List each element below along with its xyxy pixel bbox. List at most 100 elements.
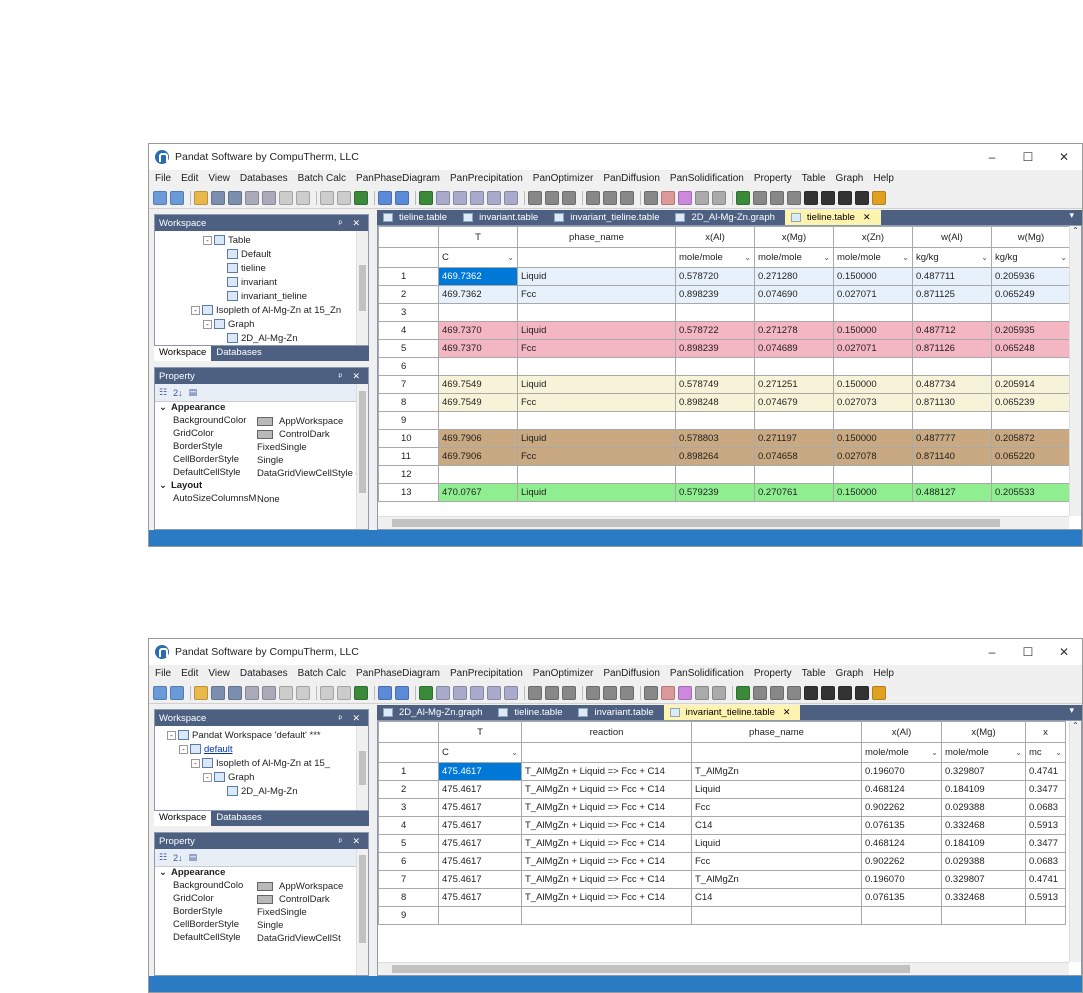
- menu-edit[interactable]: Edit: [181, 173, 198, 184]
- toolbar-tool-icon[interactable]: [620, 685, 634, 700]
- column-header[interactable]: T: [438, 721, 522, 743]
- toolbar-tool-icon[interactable]: [586, 190, 600, 205]
- table-cell[interactable]: T_AlMgZn + Liquid => Fcc + C14: [521, 852, 692, 871]
- toolbar-tool-icon[interactable]: [821, 190, 835, 205]
- table-cell[interactable]: [991, 411, 1071, 430]
- tab-list-dropdown-icon[interactable]: ▾: [1061, 705, 1082, 720]
- table-cell[interactable]: 0.271278: [754, 321, 834, 340]
- toolbar-tool-icon[interactable]: [586, 685, 600, 700]
- table-cell[interactable]: Fcc: [691, 852, 862, 871]
- table-cell[interactable]: 0.196070: [861, 762, 942, 781]
- toolbar-tool-icon[interactable]: [320, 190, 334, 205]
- table-cell[interactable]: [912, 465, 992, 484]
- property-value-cell[interactable]: ControlDark: [257, 893, 368, 906]
- row-number[interactable]: 3: [378, 303, 439, 322]
- table-cell[interactable]: 0.065220: [991, 447, 1071, 466]
- menu-graph[interactable]: Graph: [836, 668, 864, 679]
- column-header[interactable]: x(Al): [675, 226, 755, 248]
- menu-panphasediagram[interactable]: PanPhaseDiagram: [356, 668, 440, 679]
- menu-view[interactable]: View: [208, 173, 230, 184]
- row-number[interactable]: 8: [378, 393, 439, 412]
- table-cell[interactable]: 469.7362: [438, 267, 518, 286]
- toolbar-tool-icon[interactable]: [787, 190, 801, 205]
- toolbar-tool-icon[interactable]: [487, 190, 501, 205]
- row-number[interactable]: 9: [378, 906, 439, 925]
- toolbar-tool-icon[interactable]: [211, 190, 225, 205]
- sort-alphabetical-icon[interactable]: 2↓: [173, 388, 183, 398]
- menu-view[interactable]: View: [208, 668, 230, 679]
- tree-expander-icon[interactable]: -: [191, 305, 200, 315]
- toolbar-tool-icon[interactable]: [470, 190, 484, 205]
- toolbar-tool-icon[interactable]: [453, 190, 467, 205]
- row-header-cell[interactable]: [378, 742, 439, 763]
- menu-file[interactable]: File: [155, 173, 171, 184]
- toolbar-tool-icon[interactable]: [644, 190, 658, 205]
- table-cell[interactable]: C14: [691, 888, 862, 907]
- table-cell[interactable]: [833, 465, 913, 484]
- property-row[interactable]: BackgroundColo AppWorkspace: [155, 880, 368, 893]
- table-cell[interactable]: 0.027071: [833, 339, 913, 358]
- menu-panoptimizer[interactable]: PanOptimizer: [533, 173, 594, 184]
- table-row[interactable]: 4 475.4617 T_AlMgZn + Liquid => Fcc + C14 C…: [378, 816, 1066, 835]
- toolbar-tool-icon[interactable]: [644, 685, 658, 700]
- pin-close-icon[interactable]: ᵖ ✕: [339, 218, 364, 229]
- sort-alphabetical-icon[interactable]: 2↓: [173, 853, 183, 863]
- table-cell[interactable]: Fcc: [517, 285, 676, 304]
- row-number[interactable]: 6: [378, 852, 439, 871]
- table-cell[interactable]: 0.150000: [833, 321, 913, 340]
- chevron-down-icon[interactable]: ⌄: [1060, 253, 1067, 262]
- menu-pansolidification[interactable]: PanSolidification: [670, 668, 744, 679]
- row-number[interactable]: 5: [378, 339, 439, 358]
- toolbar-tool-icon[interactable]: [436, 190, 450, 205]
- collapse-chevron-icon[interactable]: ⌄: [159, 402, 167, 415]
- unit-dropdown[interactable]: kg/kg ⌄: [995, 252, 1067, 263]
- toolbar-tool-icon[interactable]: [603, 190, 617, 205]
- table-cell[interactable]: 0.902262: [861, 852, 942, 871]
- toolbar-tool-icon[interactable]: [453, 685, 467, 700]
- table-cell[interactable]: 0.150000: [833, 429, 913, 448]
- tree-node[interactable]: - Graph: [155, 770, 368, 784]
- close-tab-icon[interactable]: ✕: [863, 212, 871, 223]
- close-tab-icon[interactable]: ✕: [783, 707, 791, 718]
- table-cell[interactable]: 0.871126: [912, 339, 992, 358]
- unit-cell[interactable]: mole/mole ⌄: [754, 247, 834, 268]
- table-cell[interactable]: 0.5913: [1025, 888, 1066, 907]
- chevron-down-icon[interactable]: ⌄: [744, 253, 751, 262]
- menu-help[interactable]: Help: [873, 668, 894, 679]
- menu-graph[interactable]: Graph: [836, 173, 864, 184]
- table-cell[interactable]: T_AlMgZn + Liquid => Fcc + C14: [521, 762, 692, 781]
- row-number[interactable]: 2: [378, 285, 439, 304]
- table-cell[interactable]: [438, 357, 518, 376]
- tree-node[interactable]: 2D_Al-Mg-Zn: [155, 784, 368, 798]
- table-cell[interactable]: [754, 411, 834, 430]
- toolbar-tool-icon[interactable]: [228, 190, 242, 205]
- row-number[interactable]: 8: [378, 888, 439, 907]
- close-button[interactable]: ✕: [1046, 645, 1082, 659]
- table-cell[interactable]: Fcc: [691, 798, 862, 817]
- table-row[interactable]: 3 475.4617 T_AlMgZn + Liquid => Fcc + C14 F…: [378, 798, 1066, 817]
- table-cell[interactable]: Liquid: [517, 483, 676, 502]
- collapse-chevron-icon[interactable]: ⌄: [159, 867, 167, 880]
- table-cell[interactable]: 0.898239: [675, 339, 755, 358]
- tree-node[interactable]: invariant_tieline: [155, 289, 368, 303]
- unit-dropdown[interactable]: mole/mole ⌄: [865, 747, 938, 758]
- document-tab[interactable]: invariant_tieline.table: [548, 210, 669, 225]
- table-cell[interactable]: 0.332468: [941, 888, 1026, 907]
- maximize-button[interactable]: ☐: [1010, 645, 1046, 659]
- toolbar-tool-icon[interactable]: [695, 190, 709, 205]
- document-tab[interactable]: 2D_Al-Mg-Zn.graph: [669, 210, 784, 225]
- menu-panoptimizer[interactable]: PanOptimizer: [533, 668, 594, 679]
- table-cell[interactable]: [861, 906, 942, 925]
- table-cell[interactable]: 0.578749: [675, 375, 755, 394]
- toolbar-tool-icon[interactable]: [245, 190, 259, 205]
- tree-node[interactable]: 2D_Al-Mg-Zn: [155, 331, 368, 345]
- table-cell[interactable]: 0.205914: [991, 375, 1071, 394]
- table-cell[interactable]: T_AlMgZn: [691, 870, 862, 889]
- table-cell[interactable]: 0.271251: [754, 375, 834, 394]
- corner-header-cell[interactable]: [378, 721, 439, 743]
- menu-panprecipitation[interactable]: PanPrecipitation: [450, 668, 523, 679]
- property-row[interactable]: CellBorderStyle Single: [155, 454, 368, 467]
- unit-dropdown[interactable]: mole/mole ⌄: [679, 252, 751, 263]
- column-header[interactable]: w(Al): [912, 226, 992, 248]
- menu-panprecipitation[interactable]: PanPrecipitation: [450, 173, 523, 184]
